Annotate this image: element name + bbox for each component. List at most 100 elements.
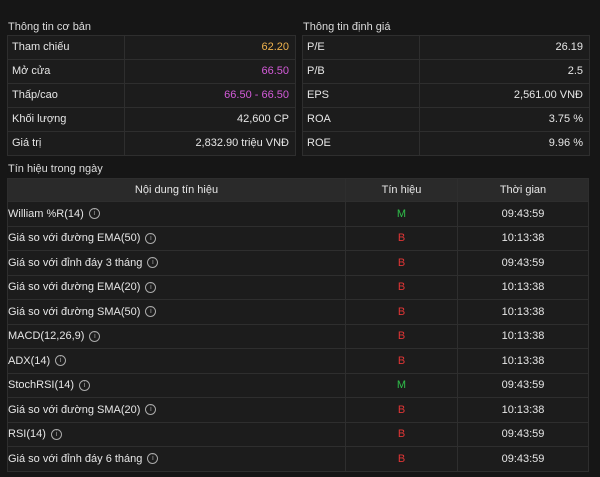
header-time: Thời gian bbox=[457, 178, 589, 202]
table-row: Giá so với đỉnh đáy 3 tháng i B 09:43:59 bbox=[7, 250, 589, 276]
signal-time: 10:13:38 bbox=[457, 323, 589, 349]
header-signal: Tín hiệu bbox=[345, 178, 458, 202]
signal-name: Giá so với đỉnh đáy 3 tháng bbox=[8, 256, 143, 269]
table-row: Giá so với đỉnh đáy 6 tháng i B 09:43:59 bbox=[7, 446, 589, 472]
table-row: Giá so với đường EMA(20) i B 10:13:38 bbox=[7, 274, 589, 300]
open-label: Mở cửa bbox=[8, 60, 125, 83]
signal-name: Giá so với đường SMA(50) bbox=[8, 305, 141, 318]
table-row: Giá so với đường SMA(50) i B 10:13:38 bbox=[7, 299, 589, 325]
pb-label: P/B bbox=[303, 60, 420, 83]
signal-name-cell: MACD(12,26,9) i bbox=[7, 323, 346, 349]
valuation-row-roe: ROE 9.96 % bbox=[303, 132, 589, 155]
signal-value: B bbox=[345, 225, 458, 251]
signal-time: 10:13:38 bbox=[457, 299, 589, 325]
signal-name-cell: William %R(14) i bbox=[7, 201, 346, 227]
signal-value: B bbox=[345, 299, 458, 325]
pb-value: 2.5 bbox=[567, 65, 583, 77]
basic-row-low-high: Thấp/cao 66.50 - 66.50 bbox=[8, 84, 295, 108]
signal-name: RSI(14) bbox=[8, 428, 46, 441]
eps-label: EPS bbox=[303, 84, 420, 107]
valuation-row-pb: P/B 2.5 bbox=[303, 60, 589, 84]
signal-name: Giá so với đường EMA(20) bbox=[8, 281, 141, 294]
signal-name: MACD(12,26,9) bbox=[8, 330, 85, 343]
roe-label: ROE bbox=[303, 132, 420, 155]
signal-value: B bbox=[345, 446, 458, 472]
roa-value: 3.75 % bbox=[548, 113, 583, 125]
basic-row-open: Mở cửa 66.50 bbox=[8, 60, 295, 84]
info-icon[interactable]: i bbox=[50, 428, 62, 440]
signal-name-cell: Giá so với đỉnh đáy 3 tháng i bbox=[7, 250, 346, 276]
signal-name: Giá so với đỉnh đáy 6 tháng bbox=[8, 452, 143, 465]
signal-name: William %R(14) bbox=[8, 207, 84, 220]
basic-info-title: Thông tin cơ bản bbox=[8, 21, 92, 33]
valuation-row-pe: P/E 26.19 bbox=[303, 36, 589, 60]
reference-value: 62.20 bbox=[261, 41, 289, 53]
signal-time: 09:43:59 bbox=[457, 250, 589, 276]
signal-value: B bbox=[345, 250, 458, 276]
info-icon[interactable]: i bbox=[147, 453, 159, 465]
signals-title: Tín hiệu trong ngày bbox=[8, 163, 103, 175]
signal-value: B bbox=[345, 323, 458, 349]
table-row: RSI(14) i B 09:43:59 bbox=[7, 421, 589, 447]
low-high-value: 66.50 - 66.50 bbox=[224, 89, 289, 101]
info-icon[interactable]: i bbox=[79, 379, 91, 391]
valuation-row-eps: EPS 2,561.00 VNĐ bbox=[303, 84, 589, 108]
info-icon[interactable]: i bbox=[145, 232, 157, 244]
signal-time: 09:43:59 bbox=[457, 201, 589, 227]
signal-name-cell: Giá so với đỉnh đáy 6 tháng i bbox=[7, 446, 346, 472]
signal-value: B bbox=[345, 274, 458, 300]
signal-name: ADX(14) bbox=[8, 354, 51, 367]
roe-value: 9.96 % bbox=[548, 137, 583, 149]
info-icon[interactable]: i bbox=[88, 208, 100, 220]
volume-value: 42,600 CP bbox=[237, 113, 289, 125]
open-value: 66.50 bbox=[261, 65, 289, 77]
signals-table: Nội dung tín hiệu Tín hiệu Thời gian Wil… bbox=[7, 178, 589, 472]
valuation-row-roa: ROA 3.75 % bbox=[303, 108, 589, 132]
valuation-panel: P/E 26.19 P/B 2.5 EPS 2,561.00 VNĐ ROA 3… bbox=[302, 35, 590, 156]
basic-row-volume: Khối lượng 42,600 CP bbox=[8, 108, 295, 132]
table-row: Giá so với đường SMA(20) i B 10:13:38 bbox=[7, 397, 589, 423]
trade-value-label: Giá trị bbox=[8, 132, 125, 155]
signal-name-cell: ADX(14) i bbox=[7, 348, 346, 374]
info-icon[interactable]: i bbox=[145, 306, 157, 318]
pe-label: P/E bbox=[303, 36, 420, 59]
table-row: William %R(14) i M 09:43:59 bbox=[7, 201, 589, 227]
basic-row-reference: Tham chiếu 62.20 bbox=[8, 36, 295, 60]
info-icon[interactable]: i bbox=[147, 257, 159, 269]
signal-name-cell: Giá so với đường EMA(20) i bbox=[7, 274, 346, 300]
volume-label: Khối lượng bbox=[8, 108, 125, 131]
eps-value: 2,561.00 VNĐ bbox=[513, 89, 583, 101]
basic-row-value: Giá trị 2,832.90 triệu VNĐ bbox=[8, 132, 295, 155]
signal-time: 09:43:59 bbox=[457, 372, 589, 398]
signal-name-cell: Giá so với đường SMA(50) i bbox=[7, 299, 346, 325]
header-signal-content: Nội dung tín hiệu bbox=[7, 178, 346, 202]
signal-value: B bbox=[345, 348, 458, 374]
info-icon[interactable]: i bbox=[55, 355, 67, 367]
roa-label: ROA bbox=[303, 108, 420, 131]
signal-name-cell: RSI(14) i bbox=[7, 421, 346, 447]
pe-value: 26.19 bbox=[555, 41, 583, 53]
signal-value: M bbox=[345, 201, 458, 227]
signal-time: 10:13:38 bbox=[457, 348, 589, 374]
table-row: Giá so với đường EMA(50) i B 10:13:38 bbox=[7, 225, 589, 251]
table-row: ADX(14) i B 10:13:38 bbox=[7, 348, 589, 374]
signal-name-cell: Giá so với đường EMA(50) i bbox=[7, 225, 346, 251]
signal-time: 09:43:59 bbox=[457, 421, 589, 447]
signal-name: Giá so với đường SMA(20) bbox=[8, 403, 141, 416]
signal-value: M bbox=[345, 372, 458, 398]
info-icon[interactable]: i bbox=[89, 330, 101, 342]
signal-value: B bbox=[345, 421, 458, 447]
signal-name-cell: Giá so với đường SMA(20) i bbox=[7, 397, 346, 423]
signals-header-row: Nội dung tín hiệu Tín hiệu Thời gian bbox=[7, 178, 589, 202]
info-icon[interactable]: i bbox=[145, 404, 157, 416]
signal-value: B bbox=[345, 397, 458, 423]
table-row: MACD(12,26,9) i B 10:13:38 bbox=[7, 323, 589, 349]
low-high-label: Thấp/cao bbox=[8, 84, 125, 107]
info-icon[interactable]: i bbox=[145, 281, 157, 293]
signal-name-cell: StochRSI(14) i bbox=[7, 372, 346, 398]
signal-time: 09:43:59 bbox=[457, 446, 589, 472]
basic-info-panel: Tham chiếu 62.20 Mở cửa 66.50 Thấp/cao 6… bbox=[7, 35, 296, 156]
valuation-title: Thông tin định giá bbox=[303, 21, 391, 33]
signal-time: 10:13:38 bbox=[457, 274, 589, 300]
trade-value-value: 2,832.90 triệu VNĐ bbox=[195, 137, 289, 149]
